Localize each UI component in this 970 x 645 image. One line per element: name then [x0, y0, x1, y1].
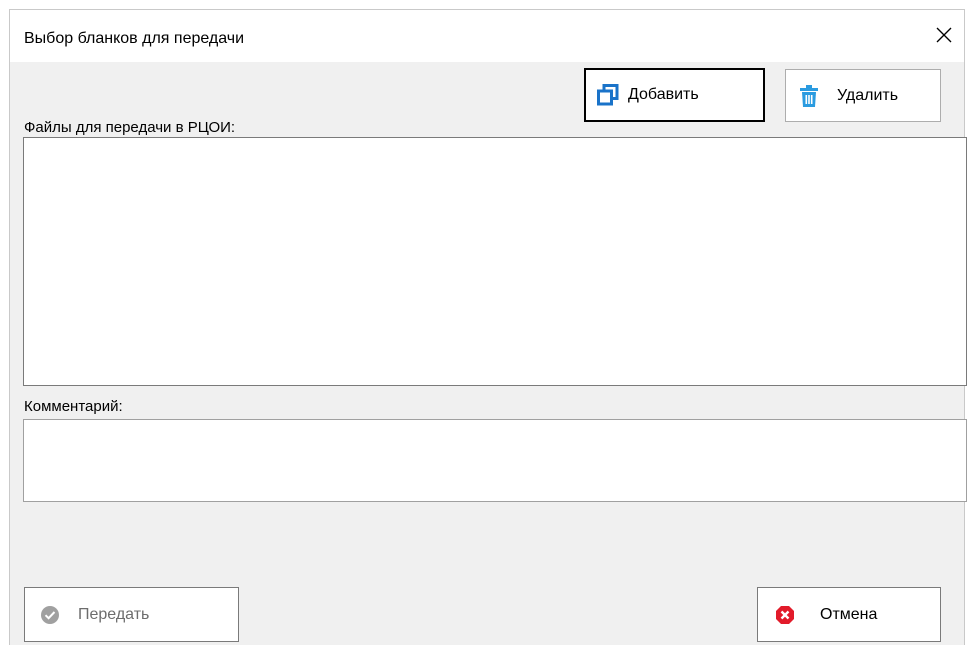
dialog-window: Выбор бланков для передачи Добавить Удал… — [9, 9, 967, 645]
title-bar: Выбор бланков для передачи — [10, 10, 964, 62]
window-title: Выбор бланков для передачи — [24, 30, 245, 47]
add-button-label: Добавить — [628, 86, 699, 103]
add-icon — [596, 83, 620, 107]
close-button[interactable] — [924, 18, 964, 52]
comment-field[interactable] — [23, 419, 967, 502]
trash-icon — [797, 84, 821, 108]
send-button-label: Передать — [78, 605, 150, 623]
delete-button-label: Удалить — [837, 86, 899, 104]
add-button[interactable]: Добавить — [584, 68, 765, 122]
files-label: Файлы для передачи в РЦОИ: — [24, 119, 236, 136]
cancel-button[interactable]: Отмена — [757, 587, 941, 642]
comment-label: Комментарий: — [24, 398, 123, 415]
send-button[interactable]: Передать — [24, 587, 239, 642]
check-circle-icon — [39, 604, 61, 626]
cancel-button-label: Отмена — [820, 605, 878, 623]
cancel-icon — [774, 604, 796, 626]
files-list[interactable] — [23, 137, 967, 386]
delete-button[interactable]: Удалить — [785, 69, 941, 122]
close-icon — [936, 27, 952, 43]
